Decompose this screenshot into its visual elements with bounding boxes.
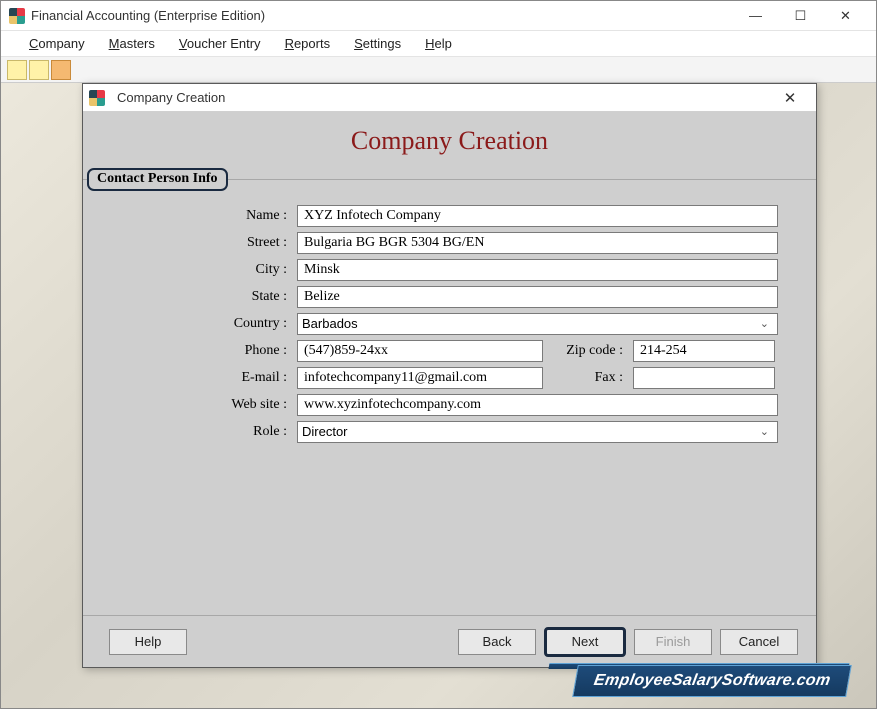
fax-field[interactable]	[633, 367, 775, 389]
menu-reports[interactable]: Reports	[273, 33, 343, 54]
toolbar-icon-2[interactable]	[29, 60, 49, 80]
label-city: City :	[97, 262, 297, 278]
menu-settings[interactable]: Settings	[342, 33, 413, 54]
app-window: Financial Accounting (Enterprise Edition…	[0, 0, 877, 709]
dialog-titlebar: Company Creation ✕	[83, 84, 816, 112]
dialog-icon	[89, 90, 105, 106]
next-button[interactable]: Next	[544, 627, 626, 657]
role-select[interactable]: Director ⌄	[297, 421, 778, 443]
label-role: Role :	[97, 424, 297, 440]
website-field[interactable]	[297, 394, 778, 416]
toolbar-icon-3[interactable]	[51, 60, 71, 80]
close-button[interactable]: ✕	[823, 2, 868, 30]
dialog-body: Company Creation Contact Person Info Nam…	[83, 112, 816, 667]
label-street: Street :	[97, 235, 297, 251]
menu-masters[interactable]: Masters	[97, 33, 167, 54]
menu-help[interactable]: Help	[413, 33, 464, 54]
menu-company[interactable]: Company	[17, 33, 97, 54]
chevron-down-icon: ⌄	[760, 425, 769, 438]
label-phone: Phone :	[97, 343, 297, 359]
chevron-down-icon: ⌄	[760, 317, 769, 330]
toolbar-icon-1[interactable]	[7, 60, 27, 80]
street-field[interactable]	[297, 232, 778, 254]
country-select[interactable]: Barbados ⌄	[297, 313, 778, 335]
label-name: Name :	[97, 208, 297, 224]
menubar: Company Masters Voucher Entry Reports Se…	[1, 31, 876, 57]
role-value: Director	[302, 424, 348, 439]
email-field[interactable]	[297, 367, 543, 389]
form-area: Name : Street : City : State :	[83, 202, 816, 615]
state-field[interactable]	[297, 286, 778, 308]
toolbar	[1, 57, 876, 83]
name-field[interactable]	[297, 205, 778, 227]
brand-badge: EmployeeSalarySoftware.com	[572, 665, 852, 697]
phone-field[interactable]	[297, 340, 543, 362]
section-tab-contact-person-info: Contact Person Info	[87, 168, 228, 191]
app-title: Financial Accounting (Enterprise Edition…	[31, 8, 733, 23]
dialog-heading: Company Creation	[83, 112, 816, 166]
dialog-title: Company Creation	[117, 90, 770, 105]
zip-field[interactable]	[633, 340, 775, 362]
label-state: State :	[97, 289, 297, 305]
company-creation-dialog: Company Creation ✕ Company Creation Cont…	[82, 83, 817, 668]
city-field[interactable]	[297, 259, 778, 281]
label-fax: Fax :	[543, 370, 633, 386]
label-website: Web site :	[97, 397, 297, 413]
label-email: E-mail :	[97, 370, 297, 386]
app-icon	[9, 8, 25, 24]
help-button[interactable]: Help	[109, 629, 187, 655]
menu-voucher-entry[interactable]: Voucher Entry	[167, 33, 273, 54]
back-button[interactable]: Back	[458, 629, 536, 655]
finish-button: Finish	[634, 629, 712, 655]
dialog-close-button[interactable]: ✕	[770, 86, 810, 110]
label-country: Country :	[97, 316, 297, 332]
minimize-button[interactable]: —	[733, 2, 778, 30]
cancel-button[interactable]: Cancel	[720, 629, 798, 655]
label-zip: Zip code :	[543, 343, 633, 359]
country-value: Barbados	[302, 316, 358, 331]
maximize-button[interactable]: ☐	[778, 2, 823, 30]
app-body: Company Creation ✕ Company Creation Cont…	[1, 83, 876, 708]
dialog-button-bar: Help Back Next Finish Cancel	[83, 615, 816, 667]
app-titlebar: Financial Accounting (Enterprise Edition…	[1, 1, 876, 31]
